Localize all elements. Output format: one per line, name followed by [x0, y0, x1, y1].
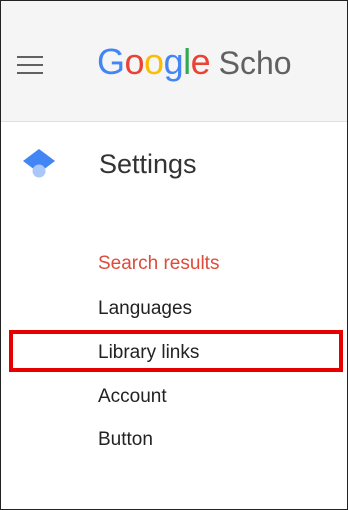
settings-header: Settings — [1, 141, 347, 191]
hamburger-line — [17, 56, 43, 58]
menu-item-library-links[interactable]: Library links — [98, 342, 199, 364]
google-scholar-logo[interactable]: Google Scho — [97, 44, 292, 80]
logo-letter: g — [163, 41, 184, 82]
logo-letter: G — [97, 41, 125, 82]
menu-item-search-results[interactable]: Search results — [98, 253, 219, 275]
page-title: Settings — [99, 149, 197, 179]
hamburger-line — [17, 64, 43, 66]
hamburger-line — [17, 72, 43, 74]
menu-item-languages[interactable]: Languages — [98, 298, 192, 320]
app-frame: Google Scho Settings Search results Lang… — [0, 0, 348, 510]
google-wordmark: Google — [97, 44, 215, 80]
hamburger-menu-icon[interactable] — [17, 56, 43, 74]
logo-letter: l — [183, 41, 191, 82]
top-bar: Google Scho — [1, 1, 347, 122]
logo-letter: o — [124, 41, 145, 82]
logo-letter: e — [190, 41, 211, 82]
menu-item-account[interactable]: Account — [98, 386, 167, 408]
scholar-wordmark: Scho — [218, 45, 292, 81]
logo-letter: o — [144, 41, 164, 82]
menu-item-button[interactable]: Button — [98, 429, 153, 451]
graduation-cap-icon — [23, 149, 55, 178]
